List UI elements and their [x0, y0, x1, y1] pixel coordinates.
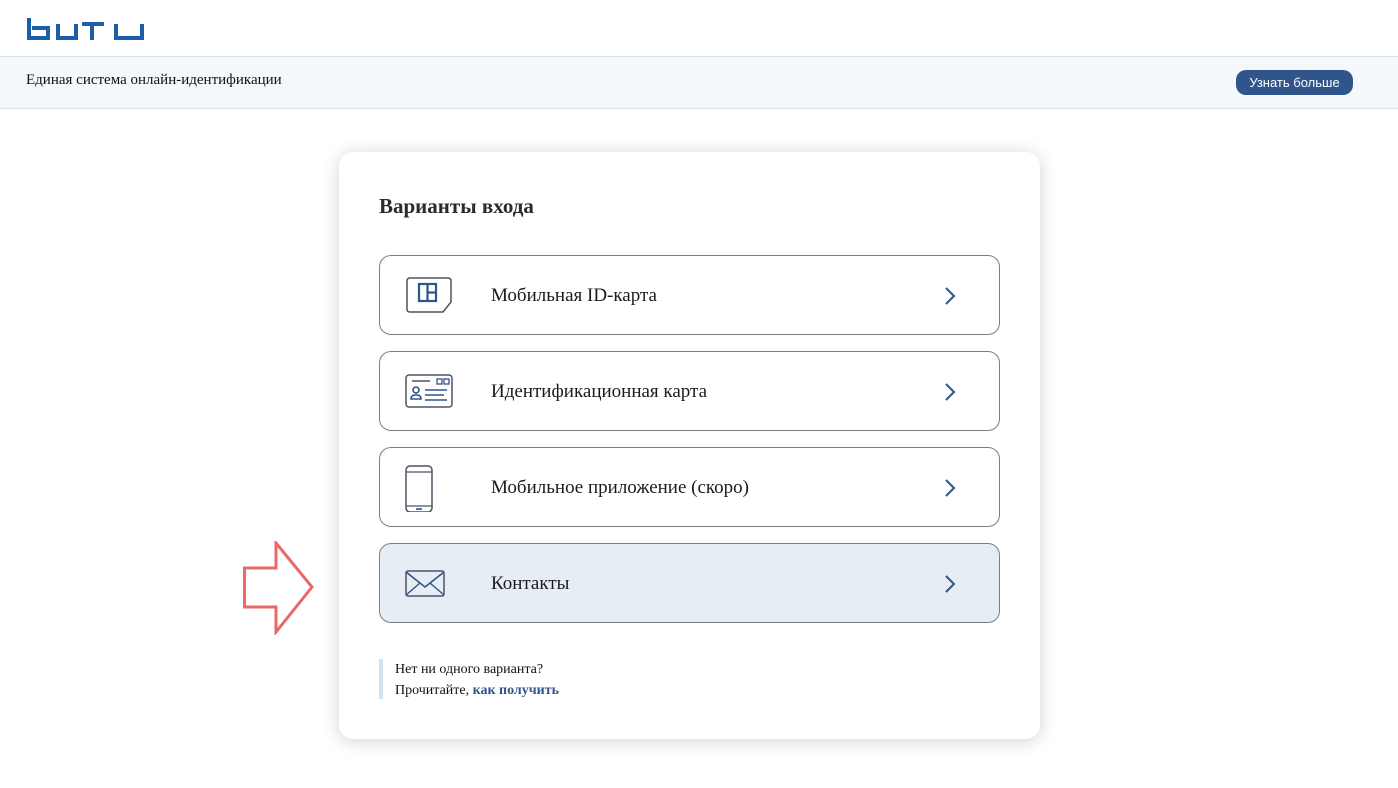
- option-label: Идентификационная карта: [491, 381, 708, 402]
- option-mobile-app[interactable]: Мобильное приложение (скоро): [379, 447, 1000, 527]
- chevron-right-icon: [945, 383, 956, 401]
- help-note: Нет ни одного варианта? Прочитайте, как …: [379, 659, 559, 699]
- id-card-icon: [405, 374, 453, 408]
- chevron-right-icon: [945, 479, 956, 497]
- info-bar: Единая система онлайн-идентификации: [0, 57, 1398, 109]
- chevron-right-icon: [945, 287, 956, 305]
- help-note-prefix: Прочитайте,: [395, 683, 470, 698]
- logo[interactable]: [26, 18, 148, 42]
- help-note-line: Прочитайте, как получить: [395, 680, 559, 701]
- sim-card-icon: [406, 277, 452, 313]
- option-label: Мобильное приложение (скоро): [491, 477, 750, 498]
- option-contacts[interactable]: Контакты: [379, 543, 1000, 623]
- option-id-card[interactable]: Идентификационная карта: [379, 351, 1000, 431]
- login-options-card: Варианты входа Мобильная ID-карта Иденти…: [339, 152, 1040, 739]
- envelope-icon: [405, 570, 445, 597]
- chevron-right-icon: [945, 575, 956, 593]
- info-bar-text: Единая система онлайн-идентификации: [26, 72, 282, 88]
- help-note-question: Нет ни одного варианта?: [395, 662, 544, 677]
- top-bar: [0, 0, 1398, 57]
- smartphone-icon: [405, 465, 433, 512]
- arrow-right-icon: [243, 541, 314, 635]
- how-to-get-link[interactable]: как получить: [473, 683, 559, 698]
- card-title: Варианты входа: [379, 194, 534, 218]
- learn-more-button[interactable]: Узнать больше: [1236, 70, 1353, 95]
- option-label: Контакты: [491, 573, 570, 594]
- option-label: Мобильная ID-карта: [491, 285, 657, 306]
- option-mobile-id[interactable]: Мобильная ID-карта: [379, 255, 1000, 335]
